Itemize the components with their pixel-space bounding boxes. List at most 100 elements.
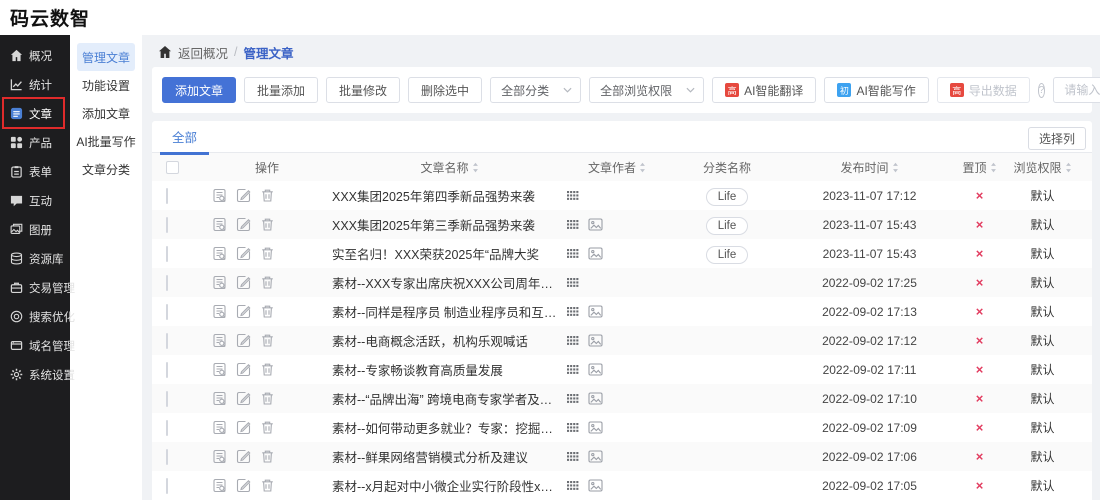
- preview-icon[interactable]: [212, 362, 227, 377]
- delete-icon[interactable]: [260, 188, 275, 203]
- article-title[interactable]: 素材--“品牌出海” 跨境电商专家学者及行业大家: [332, 389, 567, 408]
- preview-icon[interactable]: [212, 478, 227, 493]
- header-col-title[interactable]: 文章名称: [420, 159, 478, 176]
- article-title[interactable]: 实至名归！XXX荣获2025年“品牌大奖: [332, 244, 567, 263]
- pinned-toggle[interactable]: ×: [976, 275, 984, 290]
- category-filter-select[interactable]: 全部分类: [490, 77, 581, 103]
- sidebar-item-seo[interactable]: 搜索优化: [0, 302, 70, 331]
- preview-icon[interactable]: [212, 449, 227, 464]
- search-input[interactable]: [1053, 77, 1100, 103]
- row-checkbox[interactable]: [166, 420, 168, 436]
- breadcrumb-back-link[interactable]: 返回概况: [178, 43, 228, 62]
- permission-filter-select[interactable]: 全部浏览权限: [589, 77, 704, 103]
- delete-icon[interactable]: [260, 420, 275, 435]
- pinned-toggle[interactable]: ×: [976, 449, 984, 464]
- edit-icon[interactable]: [236, 246, 251, 261]
- sidebar-item-products[interactable]: 产品: [0, 128, 70, 157]
- preview-icon[interactable]: [212, 217, 227, 232]
- batch-edit-button[interactable]: 批量修改: [326, 77, 400, 103]
- column-picker-button[interactable]: 选择列: [1028, 127, 1086, 150]
- add-article-button[interactable]: 添加文章: [162, 77, 236, 103]
- edit-icon[interactable]: [236, 333, 251, 348]
- edit-icon[interactable]: [236, 478, 251, 493]
- edit-icon[interactable]: [236, 217, 251, 232]
- sidebar-item-overview[interactable]: 概况: [0, 41, 70, 70]
- delete-selected-button[interactable]: 删除选中: [408, 77, 482, 103]
- tab-all[interactable]: 全部: [160, 121, 209, 155]
- delete-icon[interactable]: [260, 333, 275, 348]
- header-col-published[interactable]: 发布时间: [840, 159, 898, 176]
- row-checkbox[interactable]: [166, 391, 168, 407]
- article-title[interactable]: 素材--如何带动更多就业？专家：挖掘新渠道 拓展新空间: [332, 418, 567, 437]
- delete-icon[interactable]: [260, 246, 275, 261]
- delete-icon[interactable]: [260, 449, 275, 464]
- edit-icon[interactable]: [236, 304, 251, 319]
- pinned-toggle[interactable]: ×: [976, 478, 984, 493]
- pinned-toggle[interactable]: ×: [976, 333, 984, 348]
- edit-icon[interactable]: [236, 362, 251, 377]
- edit-icon[interactable]: [236, 188, 251, 203]
- category-tag[interactable]: Life: [706, 217, 749, 235]
- edit-icon[interactable]: [236, 275, 251, 290]
- submenu-item-article-categories[interactable]: 文章分类: [77, 155, 135, 183]
- preview-icon[interactable]: [212, 420, 227, 435]
- sidebar-item-articles[interactable]: 文章: [0, 99, 70, 128]
- header-col-permission[interactable]: 浏览权限: [1013, 159, 1071, 176]
- row-checkbox[interactable]: [166, 449, 168, 465]
- pinned-toggle[interactable]: ×: [976, 362, 984, 377]
- row-checkbox[interactable]: [166, 333, 168, 349]
- ai-write-button[interactable]: 初 AI智能写作: [824, 77, 928, 103]
- delete-icon[interactable]: [260, 304, 275, 319]
- header-col-pinned[interactable]: 置顶: [962, 159, 996, 176]
- row-checkbox[interactable]: [166, 275, 168, 291]
- sidebar-item-trade[interactable]: 交易管理: [0, 273, 70, 302]
- sidebar-item-forms[interactable]: 表单: [0, 157, 70, 186]
- pinned-toggle[interactable]: ×: [976, 188, 984, 203]
- select-all-checkbox[interactable]: [166, 161, 179, 174]
- row-checkbox[interactable]: [166, 188, 168, 204]
- delete-icon[interactable]: [260, 362, 275, 377]
- export-data-button[interactable]: 高 导出数据: [937, 77, 1030, 103]
- ai-translate-button[interactable]: 高 AI智能翻译: [712, 77, 816, 103]
- sidebar-item-albums[interactable]: 图册: [0, 215, 70, 244]
- sidebar-item-settings[interactable]: 系统设置: [0, 360, 70, 389]
- preview-icon[interactable]: [212, 188, 227, 203]
- pinned-toggle[interactable]: ×: [976, 217, 984, 232]
- preview-icon[interactable]: [212, 304, 227, 319]
- help-icon[interactable]: ?: [1038, 83, 1046, 98]
- article-title[interactable]: 素材--电商概念活跃，机构乐观喊话: [332, 331, 567, 350]
- sidebar-item-stats[interactable]: 统计: [0, 70, 70, 99]
- row-checkbox[interactable]: [166, 478, 168, 494]
- row-checkbox[interactable]: [166, 304, 168, 320]
- article-title[interactable]: 素材--x月起对中小微企业实行阶段性xxx服务xxx内容: [332, 476, 567, 495]
- submenu-item-manage-articles[interactable]: 管理文章: [77, 43, 135, 71]
- pinned-toggle[interactable]: ×: [976, 246, 984, 261]
- sidebar-item-interaction[interactable]: 互动: [0, 186, 70, 215]
- row-checkbox[interactable]: [166, 362, 168, 378]
- article-title[interactable]: 素材--同样是程序员 制造业程序员和互联网程序员有什么不...: [332, 302, 567, 321]
- category-tag[interactable]: Life: [706, 188, 749, 206]
- preview-icon[interactable]: [212, 246, 227, 261]
- submenu-item-feature-settings[interactable]: 功能设置: [77, 71, 135, 99]
- delete-icon[interactable]: [260, 478, 275, 493]
- sidebar-item-resources[interactable]: 资源库: [0, 244, 70, 273]
- delete-icon[interactable]: [260, 275, 275, 290]
- edit-icon[interactable]: [236, 391, 251, 406]
- row-checkbox[interactable]: [166, 246, 168, 262]
- article-title[interactable]: 素材--鲜果网络营销模式分析及建议: [332, 447, 567, 466]
- pinned-toggle[interactable]: ×: [976, 420, 984, 435]
- delete-icon[interactable]: [260, 217, 275, 232]
- header-col-author[interactable]: 文章作者: [588, 159, 646, 176]
- batch-add-button[interactable]: 批量添加: [244, 77, 318, 103]
- delete-icon[interactable]: [260, 391, 275, 406]
- submenu-item-ai-batch-writing[interactable]: AI批量写作: [77, 127, 135, 155]
- preview-icon[interactable]: [212, 391, 227, 406]
- edit-icon[interactable]: [236, 449, 251, 464]
- edit-icon[interactable]: [236, 420, 251, 435]
- category-tag[interactable]: Life: [706, 246, 749, 264]
- pinned-toggle[interactable]: ×: [976, 391, 984, 406]
- article-title[interactable]: XXX集团2025年第三季新品强势来袭: [332, 215, 567, 234]
- preview-icon[interactable]: [212, 275, 227, 290]
- sidebar-item-domains[interactable]: 域名管理: [0, 331, 70, 360]
- article-title[interactable]: 素材--专家畅谈教育高质量发展: [332, 360, 567, 379]
